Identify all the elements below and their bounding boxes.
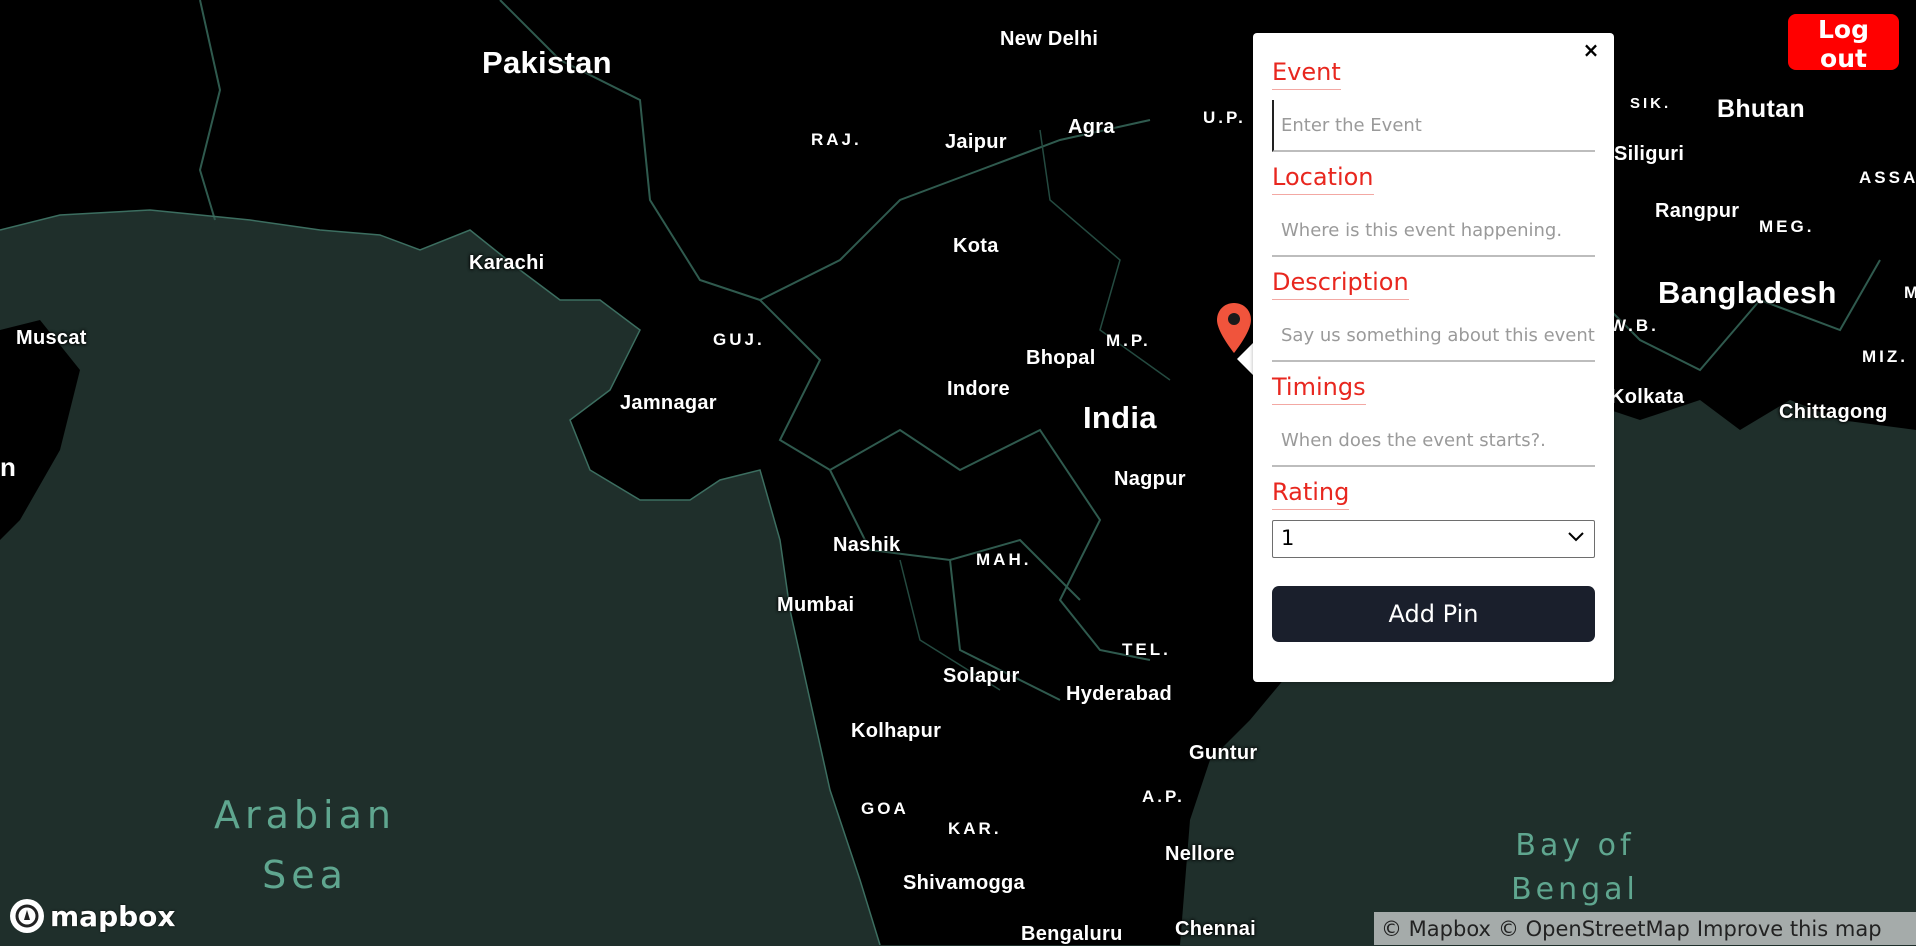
attribution-mapbox-link[interactable]: © Mapbox xyxy=(1381,917,1491,941)
mapbox-logo-icon xyxy=(10,899,44,933)
map-label-up: U.P. xyxy=(1203,108,1246,127)
map-label-kolkata: Kolkata xyxy=(1610,386,1685,408)
map-label-sik: SIK. xyxy=(1630,95,1672,112)
attribution-osm-link[interactable]: © OpenStreetMap xyxy=(1498,917,1690,941)
map-attribution: © Mapbox © OpenStreetMap Improve this ma… xyxy=(1374,912,1916,945)
map-label-rangpur: Rangpur xyxy=(1655,200,1740,222)
water-label-arabian-sea: Arabian Sea xyxy=(214,793,396,897)
mapbox-logo[interactable]: mapbox xyxy=(10,897,175,935)
description-label: Description xyxy=(1272,267,1409,300)
map-label-bhopal: Bhopal xyxy=(1026,347,1096,369)
map-label-siliguri: Siliguri xyxy=(1614,143,1685,165)
map-label-guntur: Guntur xyxy=(1189,742,1258,764)
map-label-miz: MIZ. xyxy=(1862,347,1908,366)
logout-button[interactable]: Log out xyxy=(1788,14,1899,73)
description-input[interactable] xyxy=(1272,310,1595,362)
rating-selected-value: 1 xyxy=(1281,526,1295,550)
chevron-down-icon xyxy=(1568,532,1584,542)
map-label-muscat: Muscat xyxy=(16,327,87,349)
map-label-guj: GUJ. xyxy=(713,330,765,349)
add-pin-form: Event Location Description Timings Ratin… xyxy=(1272,57,1595,642)
map-label-nashik: Nashik xyxy=(833,534,901,556)
map-label-solapur: Solapur xyxy=(943,665,1020,687)
map-label-tel: TEL. xyxy=(1122,640,1171,659)
map-label-raj: RAJ. xyxy=(811,130,862,149)
timings-label: Timings xyxy=(1272,372,1366,405)
map-label-kar: KAR. xyxy=(948,819,1002,838)
map-label-new-delhi: New Delhi xyxy=(1000,28,1099,50)
attribution-improve-link[interactable]: Improve this map xyxy=(1697,917,1882,941)
map-label-chittagong: Chittagong xyxy=(1779,401,1888,423)
map-label-mumbai: Mumbai xyxy=(777,594,855,616)
rating-select[interactable]: 1 xyxy=(1272,520,1595,558)
map-label-mp: M.P. xyxy=(1106,331,1151,350)
water-label-bay-of-bengal: Bay of Bengal xyxy=(1511,828,1639,907)
add-pin-button[interactable]: Add Pin xyxy=(1272,586,1595,642)
map-label-jaipur: Jaipur xyxy=(945,131,1007,153)
map-label-mah: MAH. xyxy=(976,550,1032,569)
popup-tip xyxy=(1237,343,1253,375)
event-input[interactable] xyxy=(1272,100,1595,152)
rating-label: Rating xyxy=(1272,477,1350,510)
map-label-karachi: Karachi xyxy=(469,252,545,274)
map-label-india: India xyxy=(1083,400,1157,435)
add-pin-popup: × Event Location Description Timings Rat… xyxy=(1253,33,1614,682)
map-label-chennai: Chennai xyxy=(1175,918,1256,940)
map-label-bengaluru: Bengaluru xyxy=(1021,923,1123,945)
map-label-goa: GOA xyxy=(861,799,909,818)
map-label-partial-left: n xyxy=(0,452,17,482)
map-label-kota: Kota xyxy=(953,235,999,257)
map-canvas[interactable]: Pakistan India Bhutan Bangladesh New Del… xyxy=(0,0,1916,945)
map-label-wb: W.B. xyxy=(1610,316,1659,335)
map-label-pakistan: Pakistan xyxy=(482,45,612,80)
mapbox-logo-text: mapbox xyxy=(50,899,176,933)
map-label-assam: ASSAN xyxy=(1859,168,1916,187)
map-label-bhutan: Bhutan xyxy=(1717,95,1805,123)
timings-input[interactable] xyxy=(1272,415,1595,467)
event-label: Event xyxy=(1272,57,1341,90)
map-label-meg: MEG. xyxy=(1759,217,1815,236)
map-label-nagpur: Nagpur xyxy=(1114,468,1186,490)
map-label-jamnagar: Jamnagar xyxy=(620,392,717,414)
location-label: Location xyxy=(1272,162,1374,195)
map-label-bangladesh: Bangladesh xyxy=(1658,275,1837,310)
map-label-kolhapur: Kolhapur xyxy=(851,720,942,742)
location-input[interactable] xyxy=(1272,205,1595,257)
map-label-hyderabad: Hyderabad xyxy=(1066,683,1173,705)
map-label-agra: Agra xyxy=(1068,116,1115,138)
map-label-ap: A.P. xyxy=(1142,787,1185,806)
map-label-nellore: Nellore xyxy=(1165,843,1235,865)
map-label-partial: M xyxy=(1904,283,1916,302)
map-label-shivamogga: Shivamogga xyxy=(903,872,1025,894)
map-label-indore: Indore xyxy=(947,378,1010,400)
